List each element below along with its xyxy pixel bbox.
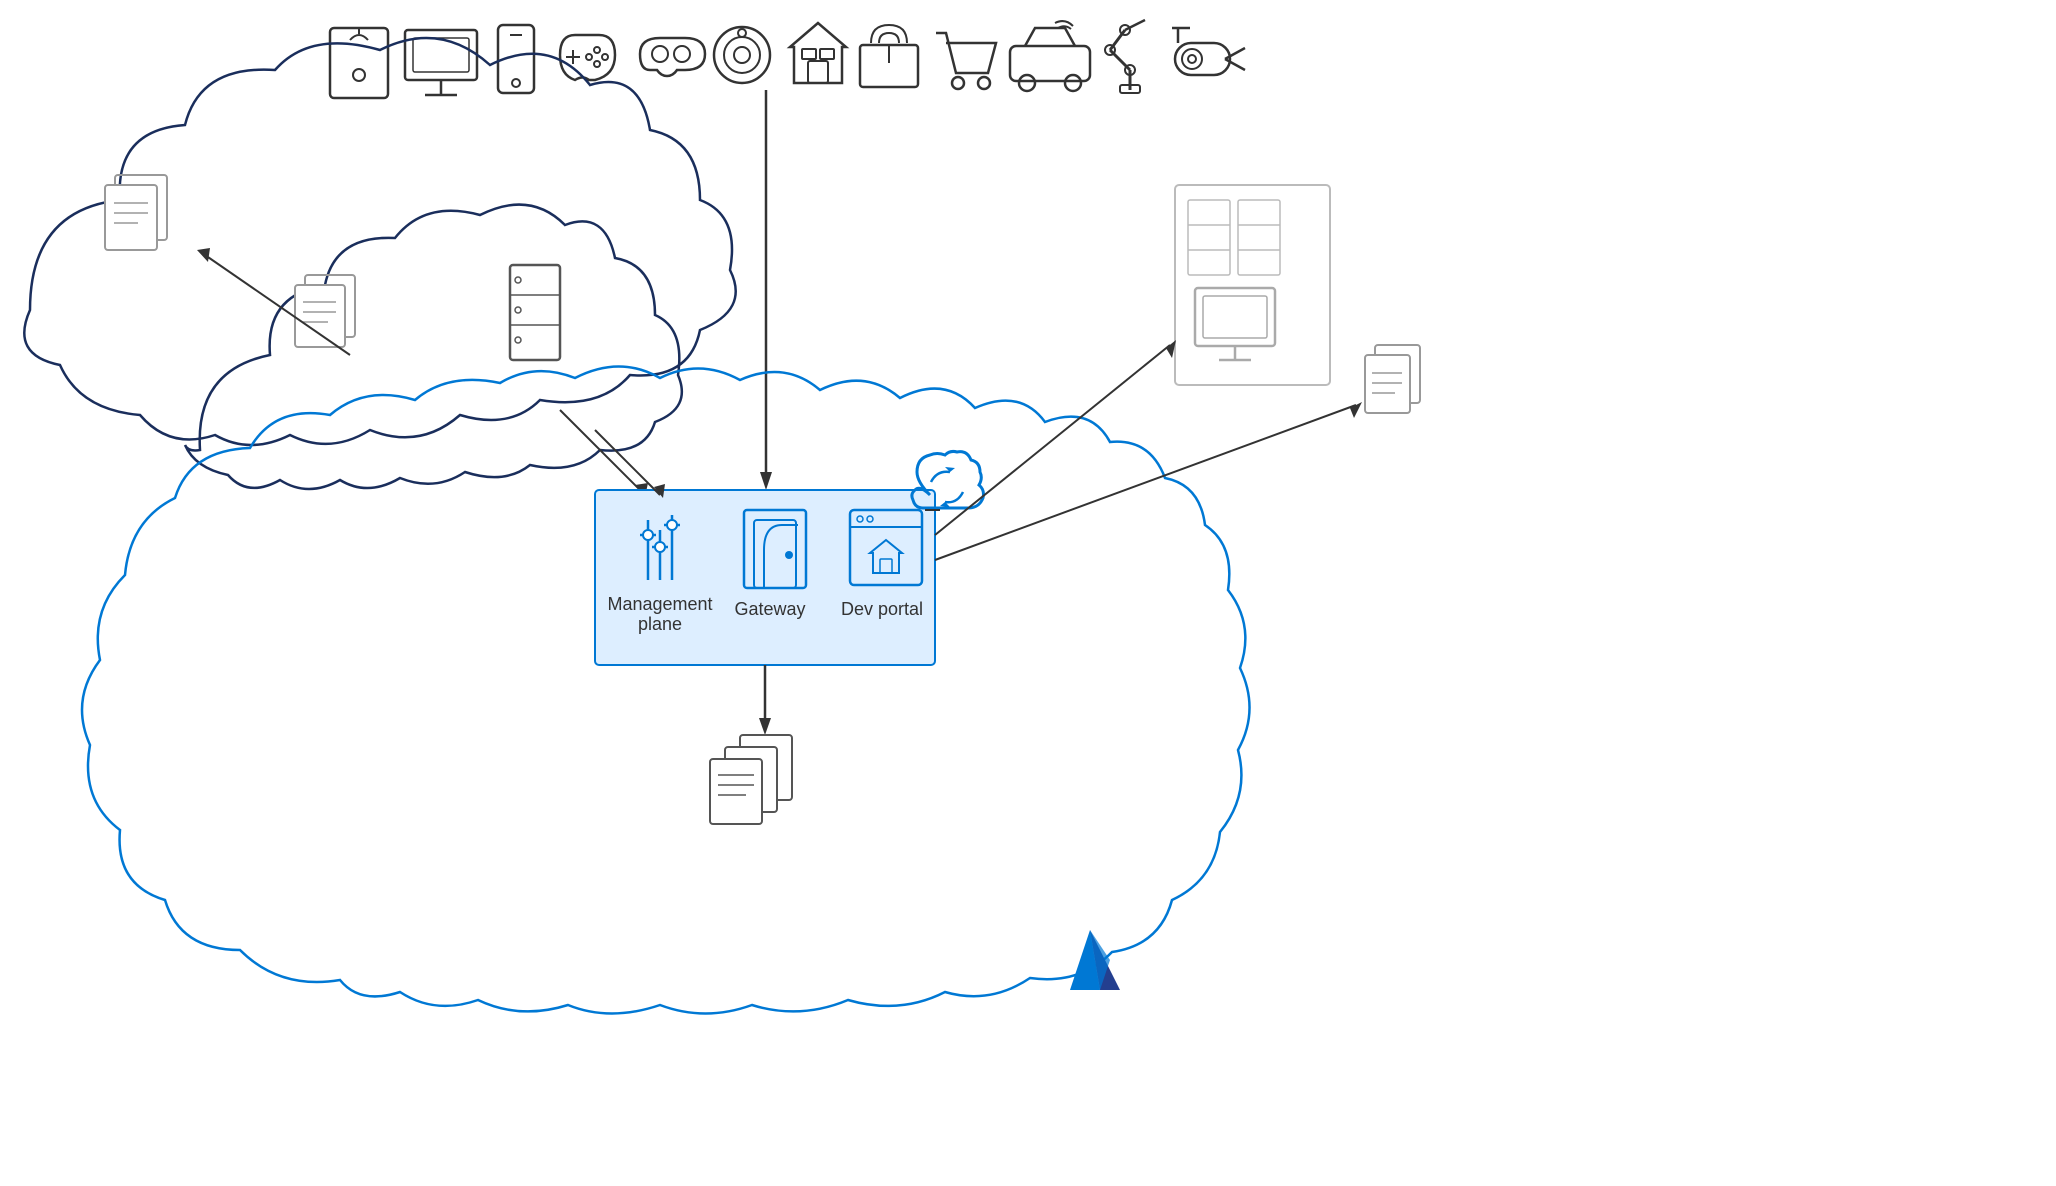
datacenter-box bbox=[1175, 185, 1330, 385]
touch-device-icon bbox=[330, 28, 388, 98]
diagram-container: Management plane Gateway Dev portal bbox=[0, 0, 2056, 1186]
speaker-icon bbox=[714, 27, 770, 83]
vr-headset-icon bbox=[640, 38, 705, 76]
docs-icon-inner-cloud bbox=[295, 275, 355, 347]
dev-portal-label: Dev portal bbox=[841, 599, 923, 619]
gamepad-icon bbox=[560, 35, 615, 80]
shopping-cart-icon bbox=[936, 33, 996, 89]
security-camera-icon bbox=[1172, 28, 1245, 75]
gateway-label: Gateway bbox=[734, 599, 805, 619]
azure-logo bbox=[1070, 930, 1120, 990]
smart-home-icon bbox=[790, 23, 846, 83]
docs-icon-right bbox=[1365, 345, 1420, 413]
robotic-arm-icon bbox=[1105, 20, 1145, 93]
management-plane-label: Management bbox=[607, 594, 712, 614]
wifi-device-icon bbox=[860, 25, 918, 87]
management-plane-label2: plane bbox=[638, 614, 682, 634]
docs-icon-outer-cloud bbox=[105, 175, 167, 250]
autonomous-vehicle-icon bbox=[1010, 21, 1090, 91]
monitor-datacenter bbox=[1195, 288, 1275, 360]
server-icon-inner-cloud bbox=[510, 265, 560, 360]
database-docs-bottom bbox=[710, 735, 792, 824]
